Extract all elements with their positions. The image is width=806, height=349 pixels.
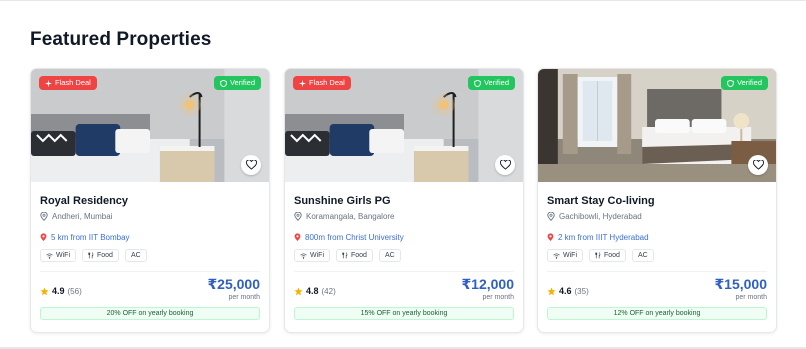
wifi-icon bbox=[46, 252, 53, 259]
distance-text: 800m from Christ University bbox=[305, 233, 404, 242]
shield-icon bbox=[474, 79, 481, 87]
top-divider bbox=[0, 0, 806, 1]
amenity-chip-food: Food bbox=[336, 249, 373, 262]
map-pin-icon bbox=[547, 212, 555, 221]
distance-text: 2 km from IIIT Hyderabad bbox=[558, 233, 649, 242]
verified-badge: Verified bbox=[467, 76, 515, 90]
property-image[interactable]: Flash Deal Verified bbox=[31, 69, 269, 182]
price: ₹12,000 bbox=[461, 276, 514, 292]
distance-text: 5 km from IIT Bombay bbox=[51, 233, 130, 242]
favorite-button[interactable] bbox=[241, 155, 261, 175]
red-pin-icon bbox=[547, 233, 554, 241]
amenity-chip-wifi: WiFi bbox=[547, 249, 583, 262]
review-count: (35) bbox=[574, 286, 589, 296]
star-icon bbox=[294, 286, 303, 295]
property-card[interactable]: Verified Smart Stay Co-living Gachibowli… bbox=[537, 68, 777, 333]
amenity-list: WiFi Food AC bbox=[547, 249, 767, 262]
review-count: (42) bbox=[321, 286, 336, 296]
property-card[interactable]: Flash Deal Verified Sunshine Girls PG Ko… bbox=[284, 68, 524, 333]
offer-banner: 12% OFF on yearly booking bbox=[547, 307, 767, 320]
rating-value: 4.6 bbox=[559, 286, 572, 296]
property-location: Gachibowli, Hyderabad bbox=[547, 212, 767, 221]
favorite-button[interactable] bbox=[748, 155, 768, 175]
per-month-label: per month bbox=[735, 294, 767, 301]
shield-icon bbox=[220, 79, 227, 87]
price-row: 4.8 (42) ₹12,000 per month bbox=[294, 276, 514, 306]
per-month-label: per month bbox=[228, 294, 260, 301]
heart-icon bbox=[245, 160, 257, 170]
verified-badge: Verified bbox=[720, 76, 768, 90]
price: ₹25,000 bbox=[207, 276, 260, 292]
price-row: 4.6 (35) ₹15,000 per month bbox=[547, 276, 767, 306]
favorite-button[interactable] bbox=[495, 155, 515, 175]
divider bbox=[547, 271, 767, 272]
map-pin-icon bbox=[294, 212, 302, 221]
property-distance: 2 km from IIIT Hyderabad bbox=[547, 233, 767, 242]
shield-icon bbox=[727, 79, 734, 87]
property-name[interactable]: Royal Residency bbox=[40, 195, 260, 207]
wifi-icon bbox=[553, 252, 560, 259]
property-distance: 800m from Christ University bbox=[294, 233, 514, 242]
rating-value: 4.9 bbox=[52, 286, 65, 296]
rating: 4.6 (35) bbox=[547, 286, 589, 296]
property-image[interactable]: Verified bbox=[538, 69, 776, 182]
verified-badge: Verified bbox=[213, 76, 261, 90]
utensils-icon bbox=[88, 252, 94, 259]
heart-icon bbox=[752, 160, 764, 170]
flash-deal-label: Flash Deal bbox=[309, 78, 345, 87]
flash-deal-badge: Flash Deal bbox=[39, 76, 97, 90]
verified-label: Verified bbox=[229, 78, 255, 87]
location-text: Andheri, Mumbai bbox=[52, 212, 113, 221]
sparkle-icon bbox=[45, 79, 52, 87]
utensils-icon bbox=[595, 252, 601, 259]
amenity-chip-ac: AC bbox=[124, 249, 147, 262]
amenity-chip-ac: AC bbox=[631, 249, 654, 262]
section-title: Featured Properties bbox=[30, 29, 212, 50]
heart-icon bbox=[499, 160, 511, 170]
divider bbox=[40, 271, 260, 272]
red-pin-icon bbox=[294, 233, 301, 241]
price: ₹15,000 bbox=[714, 276, 767, 292]
red-pin-icon bbox=[40, 233, 47, 241]
amenity-chip-ac: AC bbox=[378, 249, 401, 262]
star-icon bbox=[547, 286, 556, 295]
property-location: Andheri, Mumbai bbox=[40, 212, 260, 221]
star-icon bbox=[40, 286, 49, 295]
amenity-chip-food: Food bbox=[589, 249, 626, 262]
property-location: Koramangala, Bangalore bbox=[294, 212, 514, 221]
location-text: Koramangala, Bangalore bbox=[306, 212, 395, 221]
amenity-list: WiFi Food AC bbox=[40, 249, 260, 262]
review-count: (56) bbox=[67, 286, 82, 296]
amenity-chip-food: Food bbox=[82, 249, 119, 262]
property-card[interactable]: Flash Deal Verified Royal Residency Andh… bbox=[30, 68, 270, 333]
offer-banner: 15% OFF on yearly booking bbox=[294, 307, 514, 320]
property-distance: 5 km from IIT Bombay bbox=[40, 233, 260, 242]
amenity-chip-wifi: WiFi bbox=[40, 249, 76, 262]
flash-deal-badge: Flash Deal bbox=[293, 76, 351, 90]
verified-label: Verified bbox=[736, 78, 762, 87]
offer-banner: 20% OFF on yearly booking bbox=[40, 307, 260, 320]
amenity-list: WiFi Food AC bbox=[294, 249, 514, 262]
divider bbox=[294, 271, 514, 272]
per-month-label: per month bbox=[482, 294, 514, 301]
wifi-icon bbox=[300, 252, 307, 259]
utensils-icon bbox=[342, 252, 348, 259]
amenity-chip-wifi: WiFi bbox=[294, 249, 330, 262]
rating: 4.8 (42) bbox=[294, 286, 336, 296]
flash-deal-label: Flash Deal bbox=[55, 78, 91, 87]
map-pin-icon bbox=[40, 212, 48, 221]
property-image[interactable]: Flash Deal Verified bbox=[285, 69, 523, 182]
property-card-list: Flash Deal Verified Royal Residency Andh… bbox=[30, 68, 777, 334]
sparkle-icon bbox=[299, 79, 306, 87]
property-name[interactable]: Smart Stay Co-living bbox=[547, 195, 767, 207]
price-row: 4.9 (56) ₹25,000 per month bbox=[40, 276, 260, 306]
location-text: Gachibowli, Hyderabad bbox=[559, 212, 642, 221]
property-name[interactable]: Sunshine Girls PG bbox=[294, 195, 514, 207]
verified-label: Verified bbox=[483, 78, 509, 87]
rating: 4.9 (56) bbox=[40, 286, 82, 296]
rating-value: 4.8 bbox=[306, 286, 319, 296]
